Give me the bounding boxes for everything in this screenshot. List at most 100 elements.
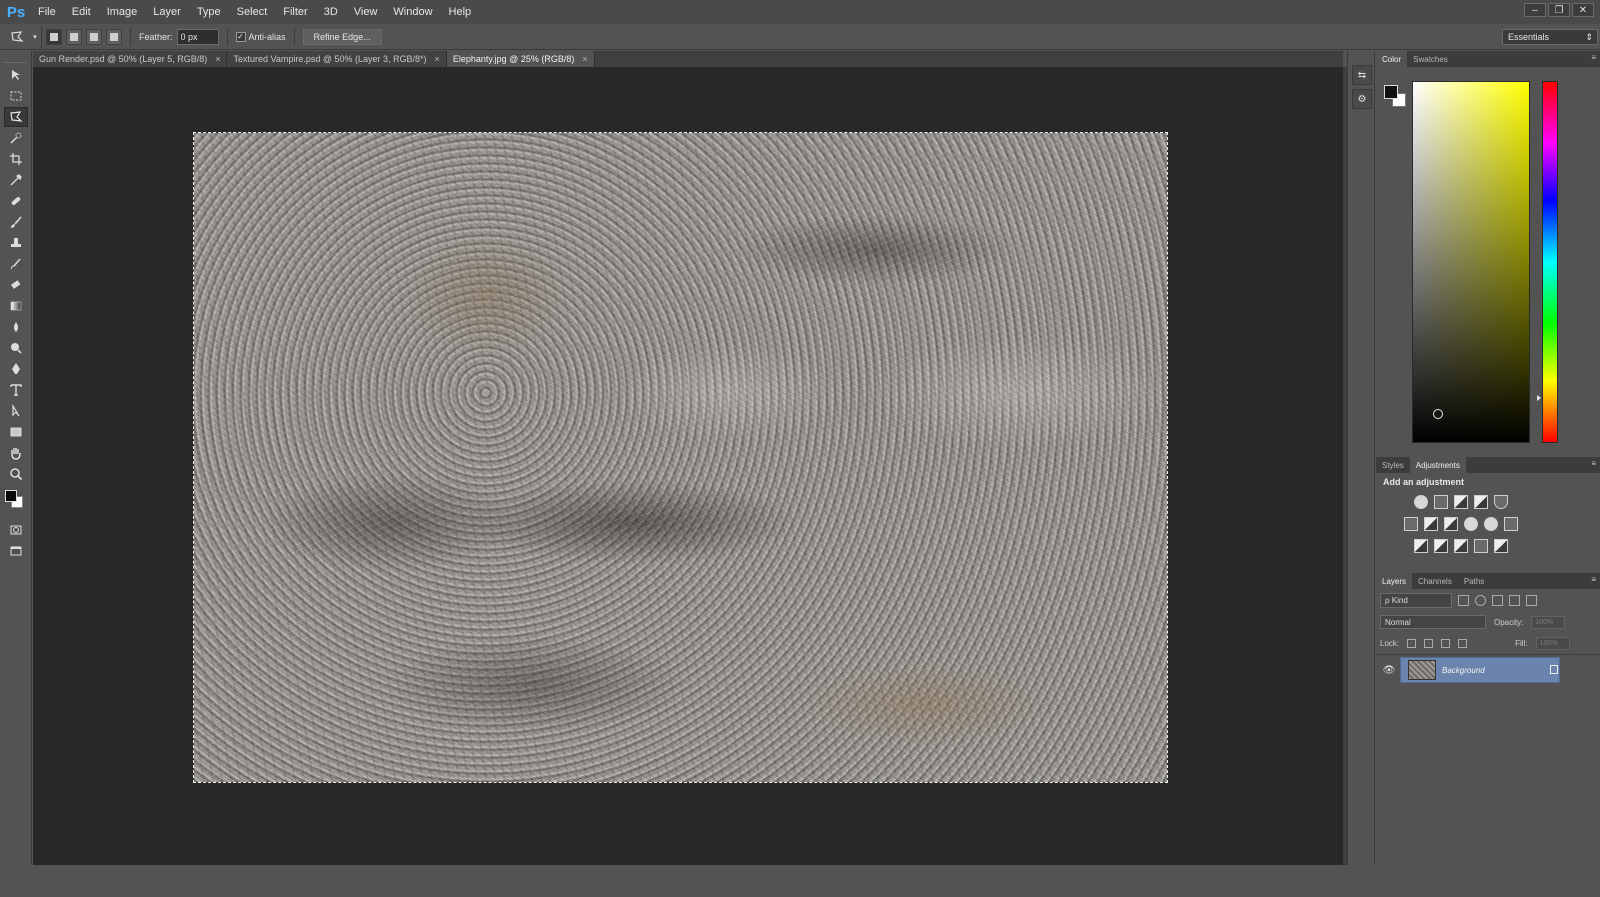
add-selection-button[interactable] (66, 28, 82, 45)
lock-position-icon[interactable] (1441, 639, 1451, 648)
layer-row-background[interactable]: 👁 Background (1376, 657, 1600, 683)
tab-channels[interactable]: Channels (1412, 573, 1458, 589)
pen-tool[interactable] (4, 359, 28, 379)
tab-layers[interactable]: Layers (1376, 573, 1413, 589)
dodge-tool[interactable] (4, 338, 28, 358)
menu-file[interactable]: File (30, 6, 64, 18)
levels-icon[interactable] (1434, 495, 1448, 509)
exposure-icon[interactable] (1474, 495, 1488, 509)
quick-mask-button[interactable] (4, 520, 28, 540)
menu-edit[interactable]: Edit (64, 6, 99, 18)
properties-panel-button[interactable]: ⚙ (1352, 89, 1372, 109)
healing-tool[interactable] (4, 191, 28, 211)
posterize-icon[interactable] (1434, 539, 1448, 553)
brush-tool[interactable] (4, 212, 28, 232)
hue-slider[interactable] (1542, 81, 1558, 443)
doc-tab-gun-render[interactable]: Gun Render.psd @ 50% (Layer 5, RGB/8) × (33, 51, 228, 67)
restore-button[interactable]: ❐ (1548, 3, 1570, 17)
stamp-tool[interactable] (4, 233, 28, 253)
color-picker-marker[interactable] (1433, 409, 1443, 419)
panel-menu-icon[interactable]: ≡ (1591, 459, 1596, 468)
eraser-tool[interactable] (4, 275, 28, 295)
tool-preset-picker[interactable]: ▾ (6, 25, 42, 48)
lock-all-icon[interactable] (1458, 639, 1468, 648)
blend-mode-select[interactable]: Normal (1380, 615, 1486, 629)
feather-input[interactable] (176, 28, 219, 45)
type-tool[interactable] (4, 380, 28, 400)
refine-edge-button[interactable]: Refine Edge... (302, 28, 382, 45)
menu-select[interactable]: Select (229, 6, 276, 18)
layer-name[interactable]: Background (1442, 666, 1485, 675)
document-image[interactable] (193, 132, 1168, 783)
lock-transparent-icon[interactable] (1407, 639, 1417, 648)
path-select-tool[interactable] (4, 401, 28, 421)
history-brush-tool[interactable] (4, 254, 28, 274)
doc-tab-elephanty[interactable]: Elephanty.jpg @ 25% (RGB/8) × (446, 51, 595, 67)
tab-swatches[interactable]: Swatches (1407, 51, 1454, 67)
lasso-tool[interactable] (4, 107, 28, 127)
marquee-tool[interactable] (4, 86, 28, 106)
canvas-area[interactable] (33, 67, 1343, 865)
tab-adjustments[interactable]: Adjustments (1409, 457, 1466, 473)
color-lookup-icon[interactable] (1504, 517, 1518, 531)
gradient-map-icon[interactable] (1494, 539, 1508, 553)
menu-3d[interactable]: 3D (316, 6, 346, 18)
invert-icon[interactable] (1414, 539, 1428, 553)
photo-filter-icon[interactable] (1464, 517, 1478, 531)
move-tool[interactable] (4, 65, 28, 85)
close-icon[interactable]: × (435, 54, 440, 64)
tab-styles[interactable]: Styles (1376, 457, 1410, 473)
pixel-filter-icon[interactable] (1458, 594, 1469, 606)
close-icon[interactable]: × (215, 54, 220, 64)
history-panel-button[interactable]: ⇆ (1352, 65, 1372, 85)
menu-window[interactable]: Window (385, 6, 440, 18)
quick-select-tool[interactable] (4, 128, 28, 148)
hand-tool[interactable] (4, 443, 28, 463)
menu-help[interactable]: Help (441, 6, 480, 18)
foreground-color-swatch[interactable] (5, 490, 17, 502)
antialias-checkbox[interactable]: ✓ (235, 31, 246, 42)
menu-view[interactable]: View (346, 6, 386, 18)
fill-field[interactable]: 100% (1535, 637, 1570, 650)
adjustment-filter-icon[interactable] (1475, 594, 1486, 606)
intersect-selection-button[interactable] (106, 28, 122, 45)
subtract-selection-button[interactable] (86, 28, 102, 45)
toolbar-grip[interactable] (4, 53, 27, 63)
tab-paths[interactable]: Paths (1458, 573, 1490, 589)
type-filter-icon[interactable] (1492, 594, 1503, 606)
eye-icon[interactable]: 👁 (1382, 665, 1396, 676)
panel-menu-icon[interactable]: ≡ (1591, 575, 1596, 584)
lock-pixels-icon[interactable] (1424, 639, 1434, 648)
selective-color-icon[interactable] (1474, 539, 1488, 553)
eyedropper-tool[interactable] (4, 170, 28, 190)
kind-filter-select[interactable]: ρ Kind (1380, 592, 1452, 608)
hue-slider-handle[interactable] (1537, 395, 1541, 401)
zoom-tool[interactable] (4, 464, 28, 484)
tab-color[interactable]: Color (1376, 51, 1408, 67)
minimize-button[interactable]: – (1524, 3, 1546, 17)
color-balance-icon[interactable] (1424, 517, 1438, 531)
workspace-select[interactable]: Essentials ⇕ (1502, 29, 1598, 45)
black-white-icon[interactable] (1444, 517, 1458, 531)
menu-filter[interactable]: Filter (275, 6, 315, 18)
menu-layer[interactable]: Layer (145, 6, 189, 18)
curves-icon[interactable] (1454, 495, 1468, 509)
close-icon[interactable]: × (582, 54, 587, 64)
blur-tool[interactable] (4, 317, 28, 337)
opacity-field[interactable]: 100% (1531, 615, 1566, 629)
threshold-icon[interactable] (1454, 539, 1468, 553)
brightness-icon[interactable] (1414, 495, 1428, 509)
shape-filter-icon[interactable] (1509, 594, 1520, 606)
menu-type[interactable]: Type (189, 6, 229, 18)
doc-tab-textured-vampire[interactable]: Textured Vampire.psd @ 50% (Layer 3, RGB… (227, 51, 447, 67)
gradient-tool[interactable] (4, 296, 28, 316)
panel-foreground-swatch[interactable] (1384, 85, 1398, 99)
smart-object-filter-icon[interactable] (1526, 594, 1537, 606)
channel-mixer-icon[interactable] (1484, 517, 1498, 531)
close-button[interactable]: ✕ (1572, 3, 1594, 17)
menu-image[interactable]: Image (99, 6, 146, 18)
rectangle-tool[interactable] (4, 422, 28, 442)
screen-mode-button[interactable] (4, 541, 28, 561)
new-selection-button[interactable] (46, 28, 62, 45)
vibrance-icon[interactable] (1494, 495, 1508, 509)
